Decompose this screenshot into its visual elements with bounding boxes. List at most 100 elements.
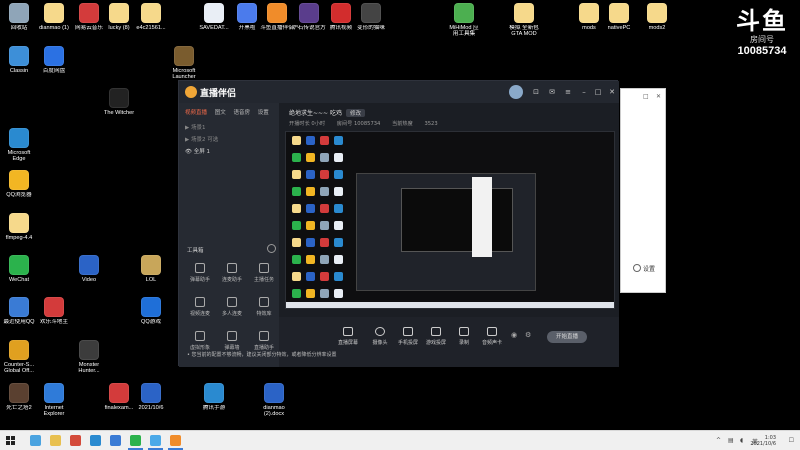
live-preview[interactable] (285, 131, 615, 309)
desktop-icon[interactable]: Microsoft Edge (2, 128, 36, 163)
tab-video-live[interactable]: 视频直播 (185, 110, 207, 116)
desktop-icon[interactable]: 斗鱼直播伴侣 (260, 3, 294, 31)
toolbox-item[interactable]: 弹幕墙 (217, 331, 247, 351)
room-title-text: 绝地求生~~~ 吃鸡 (289, 110, 342, 117)
desktop-icon[interactable]: The Witcher (102, 88, 136, 116)
stream-companion-window[interactable]: 直播伴侣 ⊡ ✉ ≡ – □ ✕ 视频直播 图文 语音房 设置 ▶ 场景1 ▶ … (178, 80, 619, 367)
desktop-icon[interactable]: SAVEDAT... (197, 3, 231, 31)
desktop-icon[interactable]: WeChat (2, 255, 36, 283)
record-button[interactable]: 录制 (449, 327, 479, 346)
taskbar-app-icon[interactable] (70, 435, 81, 446)
mic-icon[interactable]: ◉ (511, 331, 517, 339)
menu-icon[interactable]: ≡ (563, 87, 573, 97)
preview-desktop-icon (292, 204, 301, 213)
toolbox-settings-icon[interactable] (267, 244, 276, 253)
toolbox-item[interactable]: 直播助手 (249, 331, 279, 351)
desktop-icon[interactable]: dianmao (2).docx (257, 383, 291, 418)
toolbox-item[interactable]: 多人连麦 (217, 297, 247, 317)
desktop-icon[interactable]: e4c21561... (134, 3, 168, 31)
edit-title-button[interactable]: 修改 (346, 109, 366, 117)
preview-desktop-icon (334, 272, 343, 281)
taskbar-app-icon[interactable] (148, 435, 163, 450)
maximize-icon[interactable]: □ (593, 87, 603, 97)
close-icon[interactable]: ✕ (607, 87, 617, 97)
desktop-icon[interactable]: 百度网盘 (37, 46, 71, 74)
desktop-icon[interactable]: dianmao (1) (37, 3, 71, 31)
desktop-icon[interactable]: Internet Explorer (37, 383, 71, 418)
desktop-icon[interactable]: 网易云音乐 (72, 3, 106, 31)
desktop-icon[interactable]: LOL (134, 255, 168, 283)
desktop-icon[interactable]: finalexam... (102, 383, 136, 411)
settings-link[interactable]: 设置 (633, 264, 655, 273)
desktop-icon[interactable]: 开黑啦 (230, 3, 264, 31)
douyu-companion-icon[interactable] (168, 435, 183, 450)
settings-icon[interactable]: ⚙ (525, 331, 531, 339)
toolbox-item[interactable]: 虚拟形象 (185, 331, 215, 351)
windows-start-icon[interactable] (6, 436, 16, 446)
avatar[interactable] (509, 85, 523, 99)
tab-voice-room[interactable]: 语音房 (234, 110, 251, 116)
desktop-icon[interactable]: QQ游戏 (134, 297, 168, 325)
scene-item[interactable]: ▶ 场景2 可选 (185, 135, 218, 143)
desktop-icon[interactable]: mods2 (640, 3, 674, 31)
desktop-icon[interactable]: MiHiMod 应用工具集 (447, 3, 481, 38)
minimize-icon[interactable]: – (579, 87, 589, 97)
clock[interactable]: 1:03 2021/10/6 (750, 435, 776, 447)
desktop-icon[interactable]: Monster Hunter... (72, 340, 106, 375)
desktop-icon[interactable]: lucky (8) (102, 3, 136, 31)
toolbox-item[interactable]: 视频连麦 (185, 297, 215, 317)
toolbox-item[interactable]: 特效库 (249, 297, 279, 317)
desktop-icon[interactable]: 2021/10/6 (134, 383, 168, 411)
screen-source-button[interactable]: 直播屏幕 (333, 327, 363, 346)
desktop-icon[interactable]: 变形的猫咪 (354, 3, 388, 31)
desktop-icon[interactable]: QQ浏览器 (2, 170, 36, 198)
scene-item[interactable]: ▶ 场景1 (185, 123, 205, 131)
camera-source-button[interactable]: 摄像头 (365, 327, 395, 346)
douyu-logo: 斗鱼 (736, 9, 788, 35)
toolbox-item[interactable]: 连麦助手 (217, 263, 247, 283)
volume-icon[interactable]: ◖ (740, 437, 743, 444)
close-icon[interactable]: ✕ (656, 93, 661, 100)
taskbar-app-icon[interactable] (110, 435, 121, 446)
desktop-icon[interactable]: Classin (2, 46, 36, 74)
desktop-icon[interactable]: 炉石传说官方 (292, 3, 326, 31)
tool-icon (259, 263, 269, 273)
desktop-icon[interactable]: mods (572, 3, 606, 31)
phone-cast-button[interactable]: 手机投屏 (393, 327, 423, 346)
taskbar-app-icon[interactable] (30, 435, 41, 446)
desktop-icon-image (204, 3, 224, 23)
desktop-icon[interactable]: nativePC (602, 3, 636, 31)
tab-image-text[interactable]: 图文 (215, 110, 226, 116)
chevron-up-icon[interactable]: ^ (716, 437, 721, 444)
skin-icon[interactable]: ⊡ (531, 87, 541, 97)
desktop-icon[interactable]: 欢乐斗地主 (37, 297, 71, 325)
desktop-icon[interactable]: flmpeg-4.4 (2, 213, 36, 241)
mail-icon[interactable]: ✉ (547, 87, 557, 97)
toolbox-item[interactable]: 弹幕助手 (185, 263, 215, 283)
game-cast-button[interactable]: 游戏投屏 (421, 327, 451, 346)
scene-item[interactable]: 👁 全屏 1 (185, 147, 210, 155)
desktop-icon[interactable]: 回收站 (2, 3, 36, 31)
wechat-icon[interactable] (128, 435, 143, 450)
desktop-icon[interactable]: Counter-S... Global Off... (2, 340, 36, 375)
toolbox-item[interactable]: 主播任务 (249, 263, 279, 283)
maximize-icon[interactable]: □ (643, 93, 649, 100)
desktop-icon[interactable]: 死亡之塔2 (2, 383, 36, 411)
desktop-icon[interactable]: 腾讯视频 (324, 3, 358, 31)
network-icon[interactable]: ▤ (728, 437, 734, 444)
preview-desktop-icon (334, 221, 343, 230)
file-explorer-icon[interactable] (50, 435, 61, 446)
desktop-icon[interactable]: Video (72, 255, 106, 283)
desktop-icon[interactable]: Microsoft Launcher (167, 46, 201, 81)
start-live-button[interactable]: 开始直播 (547, 331, 587, 343)
edge-icon[interactable] (90, 435, 101, 446)
audio-button[interactable]: 音频声卡 (477, 327, 507, 346)
tab-settings[interactable]: 设置 (258, 110, 269, 116)
desktop-icon[interactable]: 腾讯手游 (197, 383, 231, 411)
background-window[interactable]: □ ✕ 设置 (620, 88, 666, 293)
desktop-icon[interactable]: 模拟 全新包 GTA MOD (507, 3, 541, 38)
desktop-icon[interactable]: 最近使用QQ (2, 297, 36, 325)
preview-desktop-icon (292, 272, 301, 281)
notification-icon[interactable]: ☐ (789, 437, 794, 444)
title-bar[interactable]: 直播伴侣 ⊡ ✉ ≡ – □ ✕ (179, 81, 619, 103)
